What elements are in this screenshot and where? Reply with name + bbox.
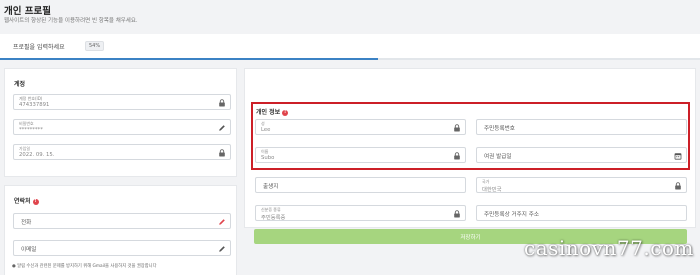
account-title: 계정	[14, 81, 26, 88]
phone-field[interactable]: 전화	[13, 213, 231, 229]
personal-info-title: 개인 정보!	[256, 107, 289, 116]
lock-icon	[454, 152, 460, 160]
first-name-field: 이름 Subo	[255, 147, 466, 163]
last-name-field: 성 Lee	[255, 119, 466, 135]
gmail-note: ● 알림 수신과 관련된 문제를 방지하기 위해 Gmail을 사용하지 것을 …	[12, 264, 157, 269]
personal-info-title-text: 개인 정보	[256, 109, 281, 116]
page-subtitle: 웹사이트의 향상된 기능을 이용하려면 빈 항목을 채우세요.	[4, 18, 138, 24]
profile-progress-card: 프로필을 입력하세요 54%	[0, 34, 700, 60]
info-icon: !	[282, 110, 289, 116]
page-header: 개인 프로필 웹사이트의 향상된 기능을 이용하려면 빈 항목을 채우세요.	[0, 0, 700, 32]
first-name-value: Subo	[261, 155, 275, 161]
contact-card: 연락처! 전화 이메일	[4, 185, 237, 275]
lock-icon	[219, 149, 225, 157]
pencil-icon[interactable]	[218, 124, 226, 132]
address-input[interactable]: 주민등록상 거주지 주소	[476, 205, 687, 221]
password-field[interactable]: 비밀번호 *********	[13, 119, 231, 135]
contact-title: 연락처!	[14, 196, 39, 205]
progress-badge: 54%	[85, 41, 105, 51]
lock-icon	[454, 124, 460, 132]
resident-number-placeholder: 주민등록번호	[484, 126, 515, 132]
resident-number-input[interactable]: 주민등록번호	[476, 119, 687, 135]
account-card: 계정 계정 번호(ID) 474337891 비밀번호 ********* 가입…	[4, 68, 237, 177]
pencil-icon[interactable]	[218, 218, 226, 226]
account-number-value: 474337891	[19, 102, 50, 108]
join-date-field: 가입일 2022. 09. 15.	[13, 144, 231, 160]
id-type-value: 주민등록증	[261, 215, 286, 221]
birthplace-input[interactable]: 출생지	[255, 177, 466, 193]
password-value: *********	[19, 127, 43, 133]
address-placeholder: 주민등록상 거주지 주소	[484, 212, 540, 218]
last-name-value: Lee	[261, 127, 271, 133]
progress-bar	[0, 58, 700, 60]
join-date-value: 2022. 09. 15.	[19, 152, 55, 158]
country-value: 대한민국	[482, 187, 502, 193]
page-title: 개인 프로필	[4, 6, 52, 17]
lock-icon	[219, 99, 225, 107]
issue-date-input[interactable]: 여권 발급일	[476, 147, 687, 163]
email-field[interactable]: 이메일	[13, 240, 231, 256]
lock-icon	[454, 210, 460, 218]
calendar-icon[interactable]	[674, 152, 682, 160]
pencil-icon[interactable]	[218, 245, 226, 253]
progress-bar-fill	[0, 58, 378, 60]
birthplace-placeholder: 출생지	[263, 184, 279, 190]
progress-label: 프로필을 입력하세요	[13, 44, 65, 51]
info-icon: !	[32, 199, 39, 205]
lock-icon	[675, 182, 681, 190]
issue-date-placeholder: 여권 발급일	[484, 154, 512, 160]
contact-title-text: 연락처	[14, 198, 31, 205]
account-number-field: 계정 번호(ID) 474337891	[13, 94, 231, 110]
watermark: casinovn77.com	[524, 236, 694, 260]
id-type-field: 신분증 종류 주민등록증	[255, 205, 466, 221]
phone-placeholder: 전화	[21, 220, 32, 226]
country-field: 국가 대한민국	[476, 177, 687, 193]
email-placeholder: 이메일	[21, 247, 37, 253]
